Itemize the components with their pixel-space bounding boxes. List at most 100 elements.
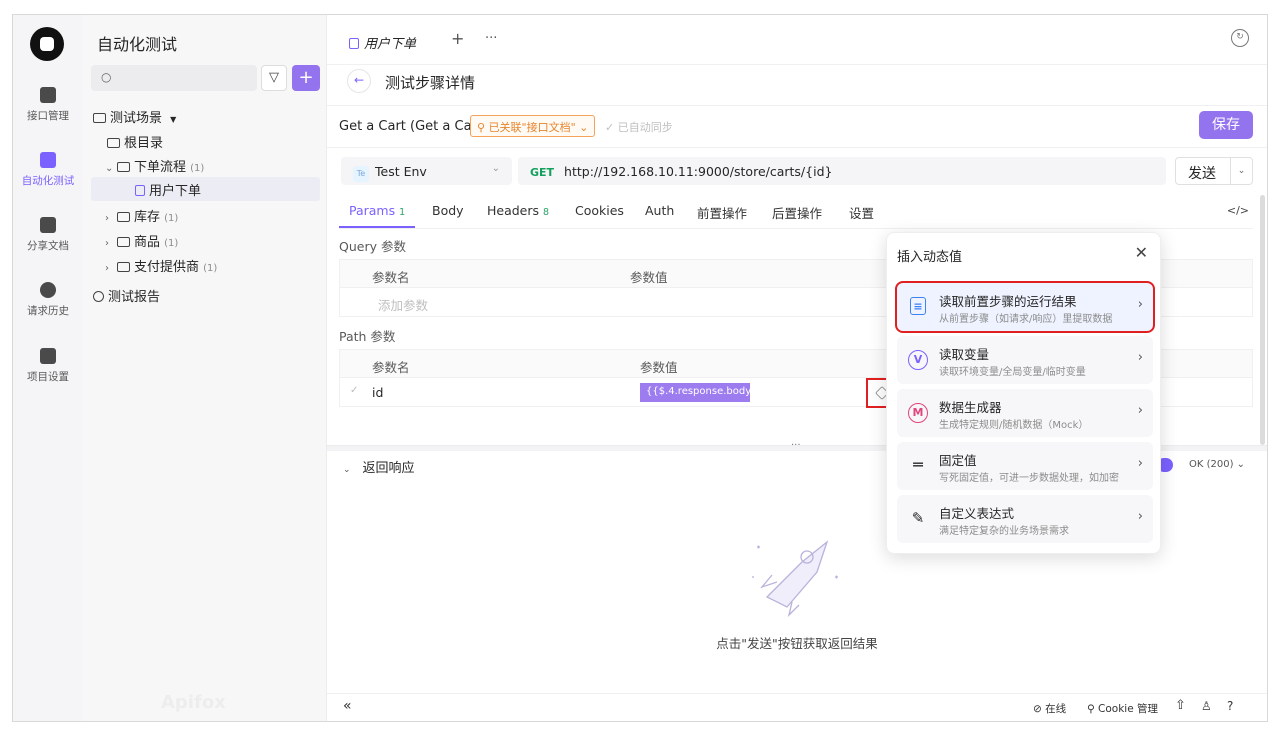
case-icon	[135, 185, 145, 196]
send-dropdown-icon[interactable]: ⌄	[1230, 158, 1252, 184]
response-header[interactable]: ⌄ 返回响应	[343, 457, 415, 476]
more-tabs-button[interactable]: ···	[485, 31, 497, 46]
divider	[327, 105, 1267, 106]
rail-item-history[interactable]: 请求历史	[13, 282, 83, 318]
fixed-value-icon: ═	[913, 455, 923, 474]
url-input[interactable]: GET http://192.168.10.11:9000/store/carts…	[518, 157, 1166, 185]
app-window: 接口管理 自动化测试 分享文档 请求历史 项目设置 自动化测试 ○ ▽ + 测试…	[12, 14, 1268, 722]
tree-report[interactable]: 测试报告	[93, 286, 160, 305]
tree-panel: 自动化测试 ○ ▽ + 测试场景 ▼ 根目录 ⌄ 下单流程 (1) 用户下单 › 库…	[83, 15, 327, 721]
help-icon[interactable]: ?	[1227, 699, 1233, 713]
filter-icon: ▽	[269, 70, 279, 85]
tab-settings[interactable]: 设置	[849, 203, 874, 222]
rail-item-automation[interactable]: 自动化测试	[13, 152, 83, 188]
param-name[interactable]: id	[372, 385, 383, 400]
send-button[interactable]: 发送 ⌄	[1175, 157, 1253, 185]
folder-icon	[117, 162, 130, 172]
tree-scenarios[interactable]: 测试场景 ▼	[93, 107, 176, 126]
step-result-icon: ≡	[910, 297, 926, 315]
tree-case-selected[interactable]: 用户下单	[91, 177, 320, 201]
insert-dynamic-value-popup: 插入动态值 ✕ ≡ 读取前置步骤的运行结果 从前置步骤（如请求/响应）里提取数据…	[886, 232, 1161, 554]
chevron-right-icon: ›	[1137, 509, 1143, 524]
api-name: Get a Cart (Get a Cart)	[339, 119, 488, 134]
popup-title: 插入动态值	[897, 250, 963, 265]
dynamic-value-chip[interactable]: {{$.4.response.body.ca...	[640, 383, 750, 402]
back-button[interactable]: ←	[347, 69, 371, 93]
close-icon[interactable]: ✕	[1135, 243, 1148, 262]
filter-button[interactable]: ▽	[261, 65, 287, 91]
refresh-icon[interactable]: ↻	[1231, 29, 1249, 47]
scrollbar[interactable]	[1260, 195, 1265, 445]
share-doc-icon	[40, 217, 56, 233]
report-icon	[93, 291, 104, 302]
api-icon	[40, 87, 56, 103]
env-select[interactable]: Te Test Env ⌄	[341, 157, 512, 185]
tab-active[interactable]: 用户下单	[335, 23, 439, 57]
option-step-result[interactable]: ≡ 读取前置步骤的运行结果 从前置步骤（如请求/响应）里提取数据 ›	[895, 281, 1155, 333]
search-icon: ○	[101, 70, 112, 84]
option-variable[interactable]: V 读取变量 读取环境变量/全局变量/临时变量 ›	[897, 336, 1153, 384]
query-title: Query 参数	[339, 239, 406, 254]
new-tab-button[interactable]: +	[451, 29, 464, 48]
tree-folder[interactable]: › 库存 (1)	[105, 206, 178, 225]
add-button[interactable]: +	[292, 65, 320, 91]
path-title: Path 参数	[339, 329, 396, 344]
check-icon[interactable]: ✓	[350, 385, 358, 396]
chevron-down-icon: ⌄	[575, 121, 589, 134]
option-fixed-value[interactable]: ═ 固定值 写死固定值，可进一步数据处理，如加密 ›	[897, 442, 1153, 490]
status-select[interactable]: OK (200) ⌄	[1189, 459, 1245, 470]
plus-icon: +	[298, 67, 314, 88]
chevron-right-icon: ›	[1137, 456, 1143, 471]
option-expression[interactable]: ✎ 自定义表达式 满足特定复杂的业务场景需求 ›	[897, 495, 1153, 543]
chevron-right-icon: ›	[1137, 350, 1143, 365]
option-mock[interactable]: M 数据生成器 生成特定规则/随机数据（Mock） ›	[897, 389, 1153, 437]
linked-doc-badge[interactable]: ⚲ 已关联"接口文档" ⌄	[470, 115, 596, 137]
tab-bar: 用户下单 + ··· ↻	[327, 15, 1267, 65]
save-button[interactable]: 保存	[1199, 111, 1253, 139]
left-rail: 接口管理 自动化测试 分享文档 请求历史 项目设置	[13, 15, 83, 721]
upload-icon[interactable]: ⇧	[1175, 698, 1186, 713]
caret-down-icon: ▼	[170, 115, 177, 124]
cookie-manager[interactable]: ⚲ Cookie 管理	[1087, 701, 1158, 716]
tree-folder[interactable]: ⌄ 下单流程 (1)	[105, 156, 204, 175]
online-status[interactable]: ⊘ 在线	[1033, 701, 1066, 716]
expression-icon: ✎	[911, 509, 925, 527]
tab-headers[interactable]: Headers 8	[487, 203, 549, 218]
shirt-icon[interactable]: ♙	[1201, 699, 1212, 713]
rail-item-share-doc[interactable]: 分享文档	[13, 217, 83, 253]
collapse-sidebar-icon[interactable]: «	[343, 698, 352, 714]
tree-folder[interactable]: › 商品 (1)	[105, 231, 178, 250]
variable-icon: V	[908, 350, 928, 370]
chevron-right-icon: ›	[105, 213, 109, 224]
rail-item-api[interactable]: 接口管理	[13, 87, 83, 123]
drag-dots-icon: ···	[791, 440, 801, 451]
tab-params[interactable]: Params 1	[338, 203, 416, 228]
tab-cookies[interactable]: Cookies	[575, 203, 624, 218]
tab-post-actions[interactable]: 后置操作	[772, 203, 822, 222]
code-icon[interactable]: </>	[1227, 204, 1249, 217]
case-icon	[349, 38, 359, 49]
tree-title: 自动化测试	[97, 35, 178, 54]
folder-icon	[117, 212, 130, 222]
scenario-icon	[93, 113, 106, 123]
settings-icon	[40, 348, 56, 364]
chevron-right-icon: ›	[105, 263, 109, 274]
tab-auth[interactable]: Auth	[645, 203, 674, 218]
sync-status: ✓ 已自动同步	[605, 121, 673, 134]
tree-folder[interactable]: › 支付提供商 (1)	[105, 256, 217, 275]
chevron-down-icon: ⌄	[343, 465, 351, 475]
mock-icon: M	[908, 403, 928, 423]
search-input[interactable]: ○	[91, 65, 257, 91]
tab-pre-actions[interactable]: 前置操作	[697, 203, 747, 222]
add-param-placeholder[interactable]: 添加参数	[378, 295, 428, 314]
check-icon: ✓	[605, 121, 618, 134]
env-badge: Te	[353, 166, 369, 182]
tab-body[interactable]: Body	[432, 203, 464, 218]
check-circle-icon: ⊘	[1033, 703, 1046, 715]
tree-root[interactable]: 根目录	[107, 132, 163, 151]
chevron-down-icon: ⌄	[105, 163, 114, 174]
cookie-icon: ⚲	[1087, 703, 1099, 715]
chevron-right-icon: ›	[105, 238, 109, 249]
rail-item-settings[interactable]: 项目设置	[13, 348, 83, 384]
app-logo[interactable]	[30, 27, 64, 61]
